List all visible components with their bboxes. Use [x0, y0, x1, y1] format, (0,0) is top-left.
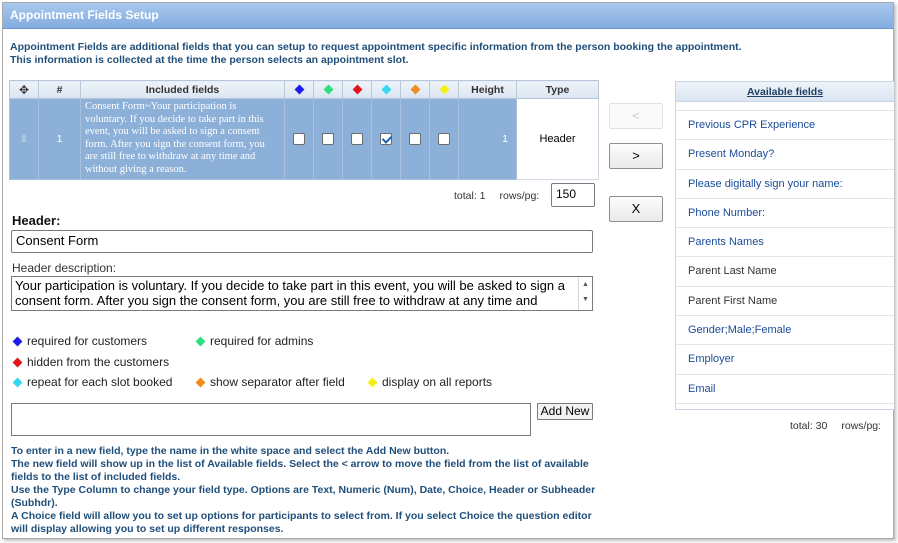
available-rows-per-page-label: rows/pg: [841, 420, 882, 432]
grid-pager: total: 1 rows/pg: [454, 190, 539, 202]
cyan-diamond-icon [381, 84, 391, 95]
rows-per-page-label: rows/pg: [499, 190, 540, 202]
check-cell [342, 98, 372, 180]
intro-line: Appointment Fields are additional fields… [10, 41, 742, 53]
legend-separator: show separator after field [195, 375, 345, 389]
separator-column-header [400, 80, 430, 99]
field-description[interactable]: Consent Form~Your participation is volun… [80, 98, 285, 180]
available-total-count: total: 30 [790, 420, 828, 432]
repeat-column-header [371, 80, 401, 99]
list-item[interactable]: Phone Number: [676, 199, 894, 229]
intro-text: Appointment Fields are additional fields… [10, 41, 870, 67]
list-item[interactable]: Parents Names [676, 228, 894, 258]
legend-hidden: hidden from the customers [12, 355, 169, 369]
orange-diamond-icon [410, 84, 420, 95]
list-item[interactable]: Parent First Name [676, 287, 894, 317]
orange-diamond-icon [195, 377, 206, 388]
add-new-button[interactable]: Add New [537, 403, 593, 420]
help-line: The new field will show up in the list o… [11, 458, 589, 483]
legend-display-reports: display on all reports [367, 375, 492, 389]
number-column-header: # [38, 80, 81, 99]
move-right-button[interactable]: > [609, 143, 663, 169]
list-item[interactable]: Previous CPR Experience [676, 111, 894, 141]
list-item[interactable]: Please digitally sign your name: [676, 170, 894, 199]
grid-header-row: ✥ # Included fields Height Type [9, 80, 599, 99]
available-fields-header[interactable]: Available fields [676, 82, 894, 102]
height-cell[interactable]: 1 [458, 98, 517, 180]
required-customers-checkbox[interactable] [293, 132, 305, 145]
table-row[interactable]: ⇳ 1 Consent Form~Your participation is v… [9, 98, 599, 180]
legend-required-admins: required for admins [195, 334, 313, 348]
blue-diamond-icon [12, 336, 23, 347]
remove-button[interactable]: X [609, 196, 663, 222]
cyan-diamond-icon [12, 377, 23, 388]
header-input[interactable]: Consent Form [11, 230, 593, 253]
yellow-diamond-icon [367, 377, 378, 388]
green-diamond-icon [323, 84, 333, 95]
type-cell[interactable]: Header [516, 98, 599, 180]
move-icon: ✥ [18, 82, 30, 97]
list-item[interactable]: Present Monday? [676, 140, 894, 170]
height-column-header: Height [458, 80, 517, 99]
list-item[interactable]: Email [676, 375, 894, 404]
drag-handle[interactable]: ⇳ [9, 98, 39, 180]
intro-line: This information is collected at the tim… [10, 54, 409, 66]
green-diamond-icon [195, 336, 206, 347]
repeat-checkbox[interactable] [380, 132, 392, 145]
header-description-text: Your participation is voluntary. If you … [15, 278, 565, 310]
help-text: To enter in a new field, type the name i… [11, 445, 601, 536]
new-field-textarea[interactable] [11, 403, 531, 436]
header-label: Header: [12, 213, 61, 228]
row-number: 1 [38, 98, 81, 180]
legend-required-customers: required for customers [12, 334, 147, 348]
reports-column-header [429, 80, 459, 99]
hidden-checkbox[interactable] [351, 132, 363, 145]
available-pager: total: 30 rows/pg: [790, 420, 881, 432]
legend-repeat: repeat for each slot booked [12, 375, 172, 389]
textarea-scrollbar[interactable]: ▲ ▼ [578, 277, 592, 310]
help-line: To enter in a new field, type the name i… [11, 445, 450, 457]
available-fields-spacer [676, 102, 894, 111]
check-cell [284, 98, 314, 180]
move-left-button[interactable]: < [609, 103, 663, 129]
check-cell [371, 98, 401, 180]
list-item[interactable]: Parent Last Name [676, 257, 894, 287]
total-count: total: 1 [454, 190, 486, 202]
required-admins-column-header [313, 80, 343, 99]
yellow-diamond-icon [439, 84, 449, 95]
required-admins-checkbox[interactable] [322, 132, 334, 145]
move-column-header: ✥ [9, 80, 39, 99]
available-fields-panel: Available fields Previous CPR Experience… [675, 81, 894, 410]
dialog-title: Appointment Fields Setup [3, 3, 893, 29]
header-description-textarea[interactable]: Your participation is voluntary. If you … [11, 276, 593, 311]
drag-arrows-icon[interactable]: ⇳ [20, 134, 28, 145]
list-item[interactable]: Gender;Male;Female [676, 316, 894, 346]
included-fields-header[interactable]: Included fields [80, 80, 285, 99]
type-column-header: Type [516, 80, 599, 99]
separator-checkbox[interactable] [409, 132, 421, 145]
blue-diamond-icon [294, 84, 304, 95]
check-cell [400, 98, 430, 180]
help-line: A Choice field will allow you to set up … [11, 510, 592, 535]
red-diamond-icon [352, 84, 362, 95]
help-line: Use the Type Column to change your field… [11, 484, 596, 509]
required-customers-column-header [284, 80, 314, 99]
red-diamond-icon [12, 357, 23, 368]
header-description-label: Header description: [12, 261, 117, 275]
included-fields-grid: ✥ # Included fields Height Type ⇳ 1 Cons… [9, 80, 599, 180]
rows-per-page-input[interactable]: 150 [551, 183, 595, 207]
reports-checkbox[interactable] [438, 132, 450, 145]
check-cell [429, 98, 459, 180]
hidden-column-header [342, 80, 372, 99]
check-cell [313, 98, 343, 180]
list-item[interactable]: Employer [676, 345, 894, 375]
